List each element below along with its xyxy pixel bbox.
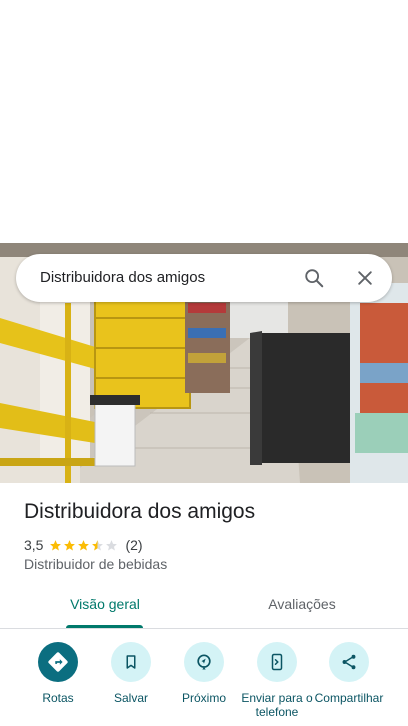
send-to-phone-label: Enviar para o telefone (241, 691, 313, 719)
star-empty-icon (106, 539, 118, 550)
directions-circle (38, 642, 78, 682)
rating-stars (49, 539, 119, 552)
tab-bar: Visão geral Avaliações (0, 584, 408, 629)
nearby-circle (184, 642, 224, 682)
share-label: Compartilhar (314, 691, 384, 705)
place-category: Distribuidor de bebidas (24, 556, 168, 572)
save-label: Salvar (113, 691, 148, 705)
share-icon (342, 654, 356, 670)
share-button[interactable]: Compartilhar (309, 642, 389, 705)
tab-overview[interactable]: Visão geral (58, 584, 152, 628)
rating-row[interactable]: 3,5 (2) (24, 536, 143, 554)
nearby-icon (197, 654, 211, 670)
star-full-icon (50, 539, 62, 550)
review-count: (2) (125, 537, 143, 553)
directions-label: Rotas (42, 691, 74, 705)
search-icon (305, 269, 324, 288)
nearby-button[interactable]: Próximo (164, 642, 244, 705)
send-to-phone-button[interactable]: Enviar para o telefone (237, 642, 317, 719)
place-name: Distribuidora dos amigos (24, 500, 256, 523)
search-button[interactable] (300, 264, 328, 292)
star-half-icon (92, 539, 104, 550)
action-buttons: Rotas Salvar Próximo Enviar para o telef… (0, 642, 408, 726)
send-to-phone-circle (257, 642, 297, 682)
tab-selected-indicator (66, 625, 143, 628)
bookmark-icon (126, 655, 136, 669)
directions-button[interactable]: Rotas (18, 642, 98, 705)
close-icon (358, 271, 372, 285)
star-full-icon (64, 539, 76, 550)
star-full-icon (78, 539, 90, 550)
save-circle (111, 642, 151, 682)
rating-value: 3,5 (24, 537, 44, 553)
tab-reviews[interactable]: Avaliações (254, 584, 350, 628)
share-circle (329, 642, 369, 682)
directions-icon (48, 652, 68, 672)
search-input[interactable] (40, 254, 280, 302)
map-blank-area (0, 0, 408, 243)
save-button[interactable]: Salvar (91, 642, 171, 705)
send-to-phone-icon (271, 653, 283, 671)
search-bar (16, 254, 392, 302)
nearby-label: Próximo (181, 691, 226, 705)
clear-search-button[interactable] (351, 264, 379, 292)
